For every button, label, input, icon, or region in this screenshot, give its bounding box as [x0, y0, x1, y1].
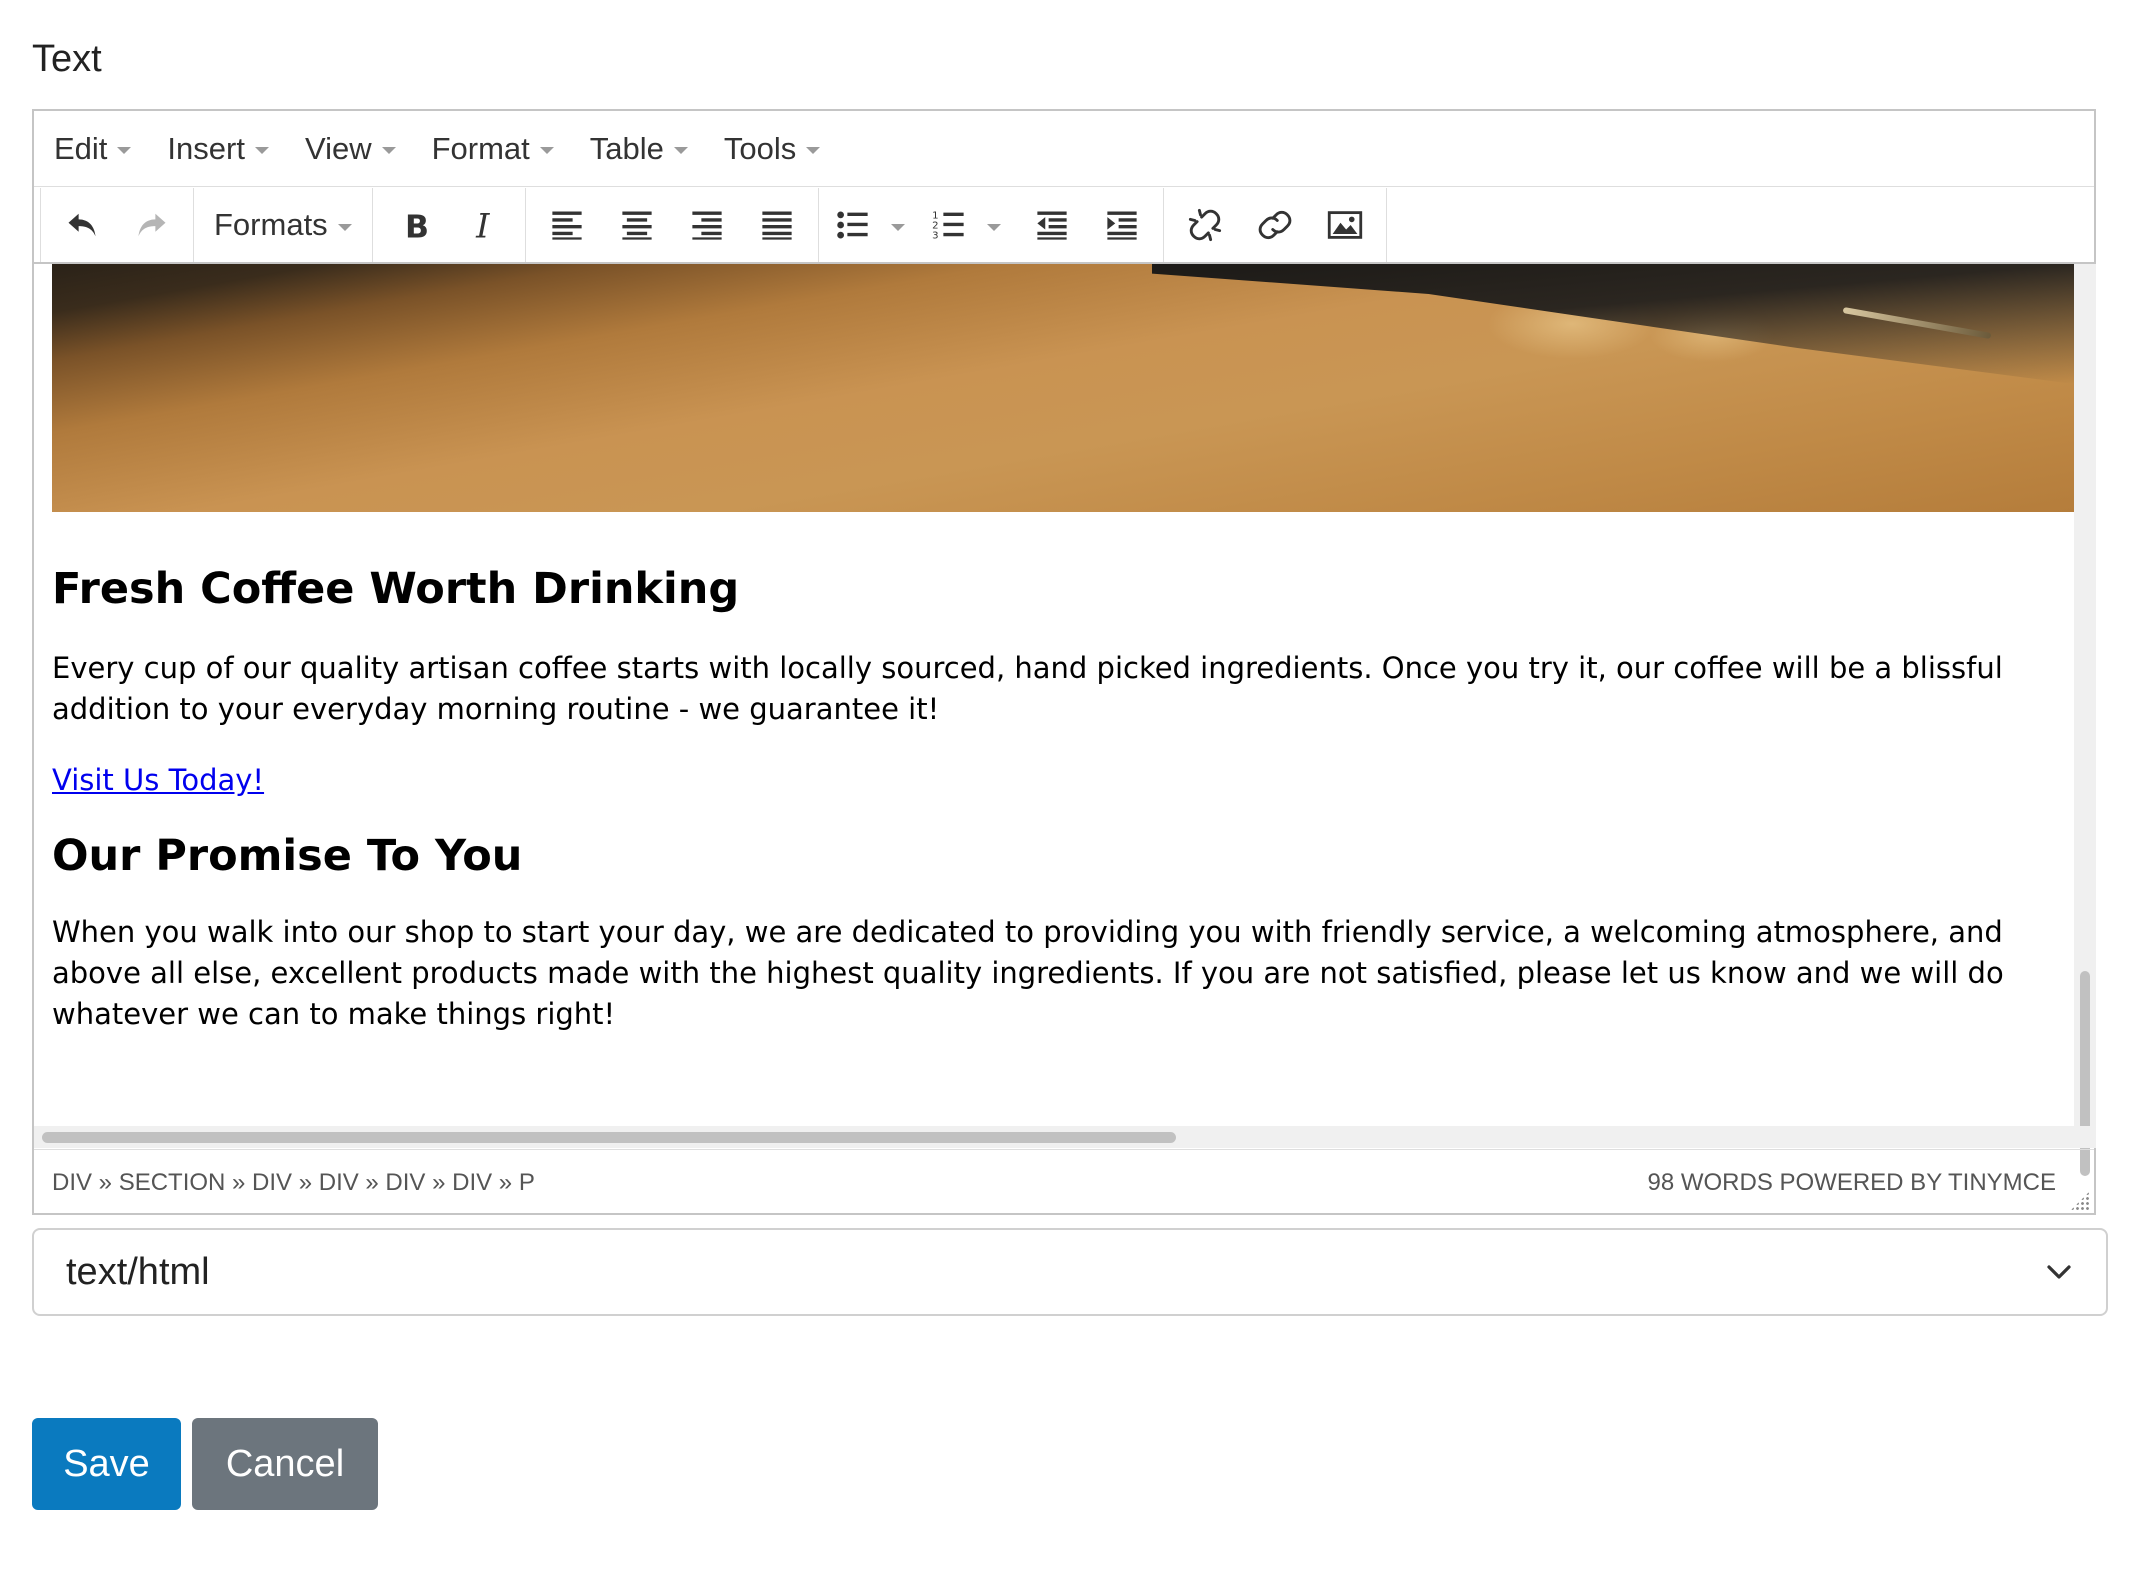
- undo-button[interactable]: [47, 190, 117, 260]
- menu-table-label: Table: [589, 130, 664, 166]
- caret-down-icon: [539, 147, 554, 154]
- menu-format[interactable]: Format: [432, 131, 554, 167]
- text-format-value: text/html: [66, 1250, 210, 1293]
- menu-insert[interactable]: Insert: [167, 131, 269, 167]
- bold-icon: B: [405, 209, 429, 243]
- list-group: 123: [819, 188, 1164, 262]
- formats-group: Formats: [194, 188, 373, 262]
- unlink-button[interactable]: [1170, 190, 1240, 260]
- heading-promise: Our Promise To You: [52, 830, 523, 881]
- image-button[interactable]: [1310, 190, 1380, 260]
- text-format-select[interactable]: text/html: [32, 1228, 2108, 1316]
- align-justify-icon: [762, 211, 792, 240]
- indent-button[interactable]: [1087, 190, 1157, 260]
- rich-text-editor: Edit Insert View Format Table Tools Form…: [32, 109, 2096, 1215]
- bold-button[interactable]: B: [379, 190, 449, 260]
- menu-tools[interactable]: Tools: [723, 130, 821, 167]
- indent-icon: [1107, 211, 1137, 240]
- align-group: [526, 188, 819, 262]
- italic-icon: I: [475, 207, 490, 243]
- caret-down-icon: [117, 147, 132, 154]
- horizontal-scrollbar-thumb[interactable]: [42, 1132, 1176, 1143]
- align-left-icon: [552, 211, 582, 240]
- cancel-button[interactable]: Cancel: [192, 1418, 378, 1510]
- bullet-list-button[interactable]: [825, 190, 881, 260]
- editor-content-area[interactable]: Fresh Coffee Worth Drinking Every cup of…: [34, 264, 2074, 1126]
- align-justify-button[interactable]: [742, 190, 812, 260]
- outdent-button[interactable]: [1017, 190, 1087, 260]
- caret-down-icon: [381, 147, 396, 154]
- bullet-list-dropdown[interactable]: [881, 190, 921, 260]
- toolbar: Formats B I 1 2 3: [34, 188, 2094, 264]
- word-count: 98 WORDS POWERED BY TINYMCE: [1647, 1168, 2056, 1196]
- caret-down-icon: [254, 147, 269, 154]
- visit-us-link[interactable]: Visit Us Today!: [52, 763, 264, 797]
- redo-icon: [138, 213, 166, 237]
- image-icon: [1327, 211, 1362, 239]
- resize-handle-icon[interactable]: [2070, 1191, 2090, 1211]
- align-right-button[interactable]: [672, 190, 742, 260]
- insert-group: [1164, 188, 1387, 262]
- hero-image: [52, 264, 2074, 512]
- link-icon: [1258, 210, 1292, 240]
- menu-table[interactable]: Table: [590, 131, 688, 167]
- svg-text:B: B: [405, 209, 429, 243]
- field-label: Text: [32, 38, 102, 80]
- numbered-list-icon: 123: [932, 210, 964, 242]
- document-body: Fresh Coffee Worth Drinking Every cup of…: [52, 512, 2062, 1035]
- align-right-icon: [692, 211, 722, 240]
- style-group: B I: [373, 188, 526, 262]
- menubar: Edit Insert View Format Table Tools: [34, 111, 2094, 187]
- align-center-button[interactable]: [602, 190, 672, 260]
- paragraph-intro: Every cup of our quality artisan coffee …: [52, 650, 2003, 726]
- outdent-icon: [1037, 211, 1067, 240]
- svg-text:I: I: [475, 207, 490, 243]
- caret-down-icon: [806, 147, 821, 154]
- history-group: [40, 188, 194, 262]
- link-button[interactable]: [1240, 190, 1310, 260]
- save-button[interactable]: Save: [32, 1418, 181, 1510]
- paragraph-promise: When you walk into our shop to start you…: [52, 915, 2004, 1032]
- menu-view-label: View: [304, 130, 372, 166]
- menu-tools-label: Tools: [723, 130, 797, 166]
- caret-down-icon: [986, 223, 1001, 231]
- numbered-list-dropdown[interactable]: [977, 190, 1017, 260]
- statusbar: DIV » SECTION » DIV » DIV » DIV » DIV » …: [34, 1149, 2094, 1215]
- italic-button[interactable]: I: [449, 190, 519, 260]
- formats-dropdown[interactable]: Formats: [200, 190, 366, 260]
- svg-text:3: 3: [932, 231, 938, 242]
- bullet-list-icon: [836, 211, 868, 239]
- menu-edit-label: Edit: [54, 130, 108, 166]
- menu-insert-label: Insert: [167, 130, 245, 166]
- menu-view[interactable]: View: [305, 131, 396, 167]
- element-path[interactable]: DIV » SECTION » DIV » DIV » DIV » DIV » …: [52, 1169, 535, 1197]
- undo-icon: [68, 213, 96, 237]
- menu-format-label: Format: [431, 130, 530, 166]
- numbered-list-button[interactable]: 123: [921, 190, 977, 260]
- heading-fresh-coffee: Fresh Coffee Worth Drinking: [52, 564, 740, 614]
- formats-label: Formats: [214, 207, 328, 242]
- align-left-button[interactable]: [532, 190, 602, 260]
- align-center-icon: [622, 211, 652, 240]
- chevron-down-icon: [2047, 1265, 2071, 1279]
- redo-button[interactable]: [117, 190, 187, 260]
- caret-down-icon: [337, 223, 352, 231]
- caret-down-icon: [673, 147, 688, 154]
- unlink-icon: [1188, 208, 1221, 242]
- caret-down-icon: [890, 223, 905, 231]
- menu-edit[interactable]: Edit: [54, 130, 132, 167]
